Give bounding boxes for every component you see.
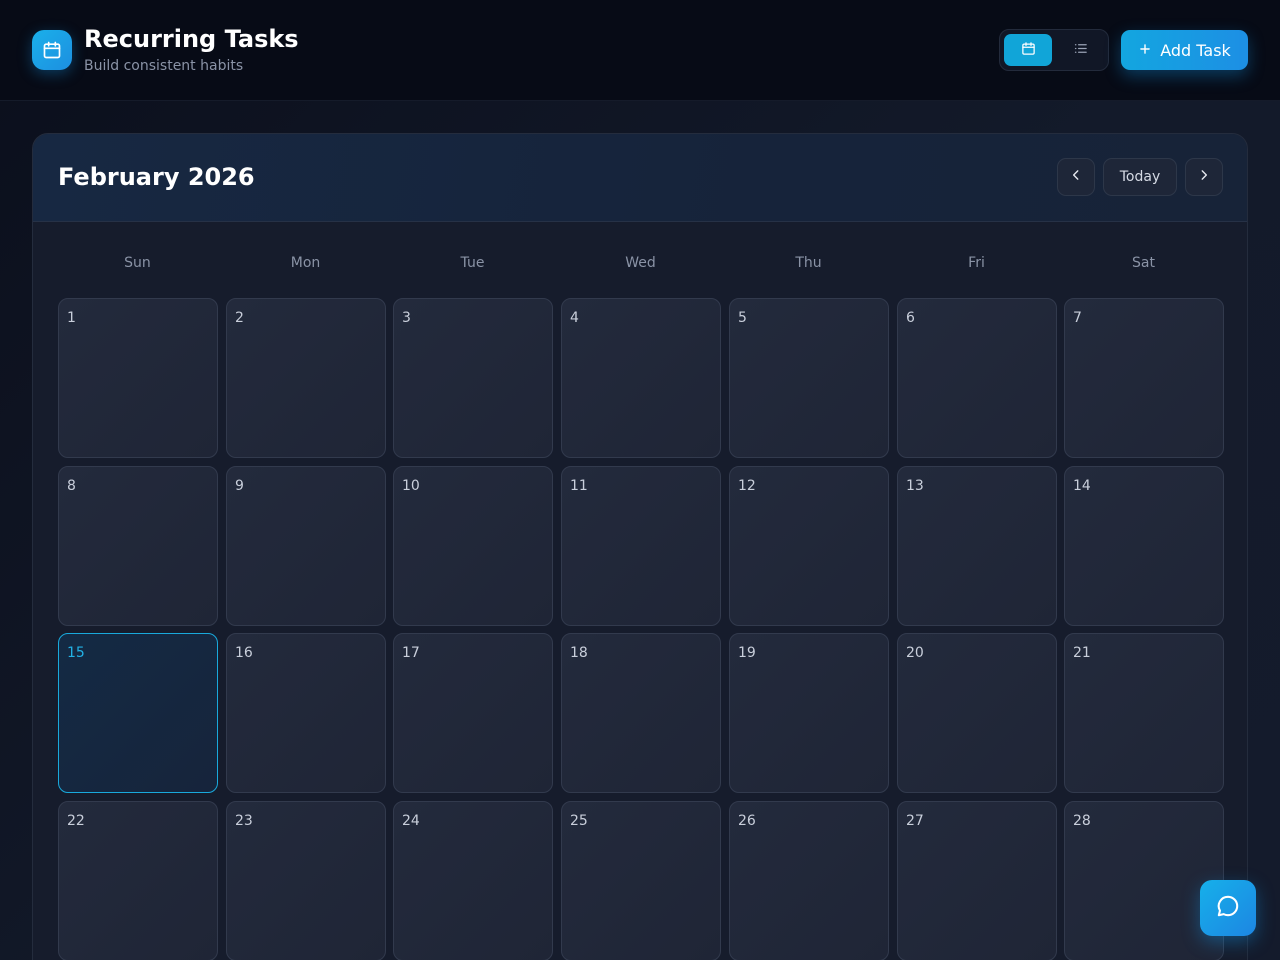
day-number: 15 bbox=[67, 645, 85, 661]
add-task-label: Add Task bbox=[1160, 40, 1231, 60]
day-number: 23 bbox=[235, 813, 253, 829]
chat-bubble-icon bbox=[1215, 893, 1241, 923]
weekday-label: Tue bbox=[460, 255, 485, 271]
day-cell[interactable]: 21 bbox=[1064, 633, 1224, 793]
day-cell[interactable]: 20 bbox=[897, 633, 1057, 793]
day-number: 18 bbox=[570, 645, 588, 661]
day-number: 25 bbox=[570, 813, 588, 829]
day-number: 24 bbox=[402, 813, 420, 829]
page-subtitle: Build consistent habits bbox=[84, 58, 244, 74]
day-number: 11 bbox=[570, 478, 588, 494]
day-number: 10 bbox=[402, 478, 420, 494]
calendar-icon bbox=[32, 30, 72, 70]
day-number: 16 bbox=[235, 645, 253, 661]
day-cell[interactable]: 24 bbox=[393, 801, 553, 960]
day-cell[interactable]: 17 bbox=[393, 633, 553, 793]
previous-month-button[interactable] bbox=[1057, 158, 1095, 196]
calendar-panel: February 2026 Today Sun Mon Tue Wed Thu Fri Sa… bbox=[32, 133, 1248, 960]
chevron-right-icon bbox=[1197, 168, 1211, 186]
calendar-icon bbox=[1021, 41, 1036, 60]
day-cell[interactable]: 2 bbox=[226, 298, 386, 458]
day-cell[interactable]: 6 bbox=[897, 298, 1057, 458]
weekday-label: Wed bbox=[625, 255, 656, 271]
day-number: 19 bbox=[738, 645, 756, 661]
day-cell[interactable]: 1 bbox=[58, 298, 218, 458]
day-cell[interactable]: 9 bbox=[226, 466, 386, 626]
month-title: February 2026 bbox=[58, 163, 255, 191]
day-cell[interactable]: 7 bbox=[1064, 298, 1224, 458]
day-cell[interactable]: 28 bbox=[1064, 801, 1224, 960]
day-number: 14 bbox=[1073, 478, 1091, 494]
weekday-label: Mon bbox=[290, 255, 321, 271]
list-icon bbox=[1073, 41, 1088, 60]
day-cell[interactable]: 18 bbox=[561, 633, 721, 793]
day-cell[interactable]: 23 bbox=[226, 801, 386, 960]
day-number: 4 bbox=[570, 310, 579, 326]
chat-button[interactable] bbox=[1200, 880, 1256, 936]
day-number: 7 bbox=[1073, 310, 1082, 326]
day-number: 17 bbox=[402, 645, 420, 661]
day-number: 22 bbox=[67, 813, 85, 829]
day-number: 13 bbox=[906, 478, 924, 494]
day-number: 8 bbox=[67, 478, 76, 494]
day-cell[interactable]: 5 bbox=[729, 298, 889, 458]
day-number: 6 bbox=[906, 310, 915, 326]
app-header: Recurring Tasks Build consistent habits bbox=[0, 0, 1280, 101]
day-cell[interactable]: 27 bbox=[897, 801, 1057, 960]
view-toggle bbox=[999, 29, 1109, 71]
day-cell[interactable]: 19 bbox=[729, 633, 889, 793]
day-number: 26 bbox=[738, 813, 756, 829]
weekday-label: Thu bbox=[795, 255, 822, 271]
day-number: 28 bbox=[1073, 813, 1091, 829]
day-cell[interactable]: 11 bbox=[561, 466, 721, 626]
day-cell[interactable]: 25 bbox=[561, 801, 721, 960]
day-cell[interactable]: 14 bbox=[1064, 466, 1224, 626]
day-number: 2 bbox=[235, 310, 244, 326]
day-cell[interactable]: 4 bbox=[561, 298, 721, 458]
list-view-button[interactable] bbox=[1056, 34, 1104, 66]
day-cell[interactable]: 16 bbox=[226, 633, 386, 793]
calendar-view-button[interactable] bbox=[1004, 34, 1052, 66]
day-number: 9 bbox=[235, 478, 244, 494]
day-cell[interactable]: 3 bbox=[393, 298, 553, 458]
next-month-button[interactable] bbox=[1185, 158, 1223, 196]
day-cell[interactable]: 8 bbox=[58, 466, 218, 626]
day-number: 5 bbox=[738, 310, 747, 326]
day-cell-today[interactable]: 15 bbox=[58, 633, 218, 793]
day-number: 27 bbox=[906, 813, 924, 829]
chevron-left-icon bbox=[1069, 168, 1083, 186]
weekday-label: Sat bbox=[1132, 255, 1155, 271]
day-cell[interactable]: 12 bbox=[729, 466, 889, 626]
plus-icon bbox=[1138, 41, 1152, 60]
page-title: Recurring Tasks bbox=[84, 25, 299, 53]
day-number: 21 bbox=[1073, 645, 1091, 661]
day-number: 1 bbox=[67, 310, 76, 326]
day-cell[interactable]: 10 bbox=[393, 466, 553, 626]
day-number: 12 bbox=[738, 478, 756, 494]
day-cell[interactable]: 26 bbox=[729, 801, 889, 960]
day-cell[interactable]: 22 bbox=[58, 801, 218, 960]
day-cell[interactable]: 13 bbox=[897, 466, 1057, 626]
today-button[interactable]: Today bbox=[1103, 158, 1177, 196]
calendar-header: February 2026 Today bbox=[33, 134, 1247, 222]
add-task-button[interactable]: Add Task bbox=[1121, 30, 1248, 70]
day-number: 3 bbox=[402, 310, 411, 326]
day-number: 20 bbox=[906, 645, 924, 661]
weekday-label: Fri bbox=[968, 255, 985, 271]
weekday-label: Sun bbox=[124, 255, 151, 271]
